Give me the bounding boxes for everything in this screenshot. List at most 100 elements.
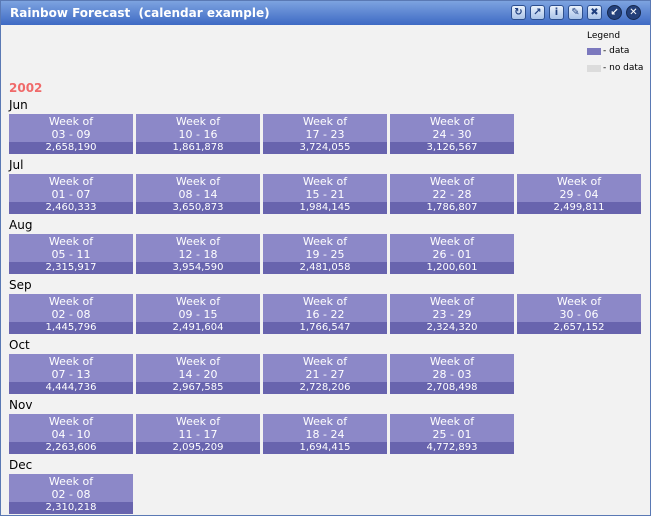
week-label: Week of [429, 355, 475, 368]
week-label: Week of [175, 295, 221, 308]
week-value: 1,766,547 [263, 322, 387, 334]
week-cell[interactable]: Week of 19 - 25 2,481,058 [263, 234, 387, 274]
week-cell[interactable]: Week of 17 - 23 3,724,055 [263, 114, 387, 154]
week-label: Week of [175, 355, 221, 368]
forecast-window: Rainbow Forecast (calendar example) ↻ ↗ … [0, 0, 651, 516]
week-cell[interactable]: Week of 09 - 15 2,491,604 [136, 294, 260, 334]
refresh-icon[interactable]: ↻ [511, 5, 526, 20]
week-range: 23 - 29 [432, 308, 472, 321]
week-value: 3,724,055 [263, 142, 387, 154]
edit-icon[interactable]: ✎ [568, 5, 583, 20]
week-range: 22 - 28 [432, 188, 472, 201]
week-label: Week of [429, 235, 475, 248]
week-range: 08 - 14 [178, 188, 218, 201]
window-title: Rainbow Forecast (calendar example) [10, 6, 270, 20]
legend-label-no-data: - no data [603, 63, 644, 73]
legend-label-data: - data [603, 46, 630, 56]
week-cell[interactable]: Week of 01 - 07 2,460,333 [9, 174, 133, 214]
title-bar: Rainbow Forecast (calendar example) ↻ ↗ … [1, 1, 650, 25]
week-range: 14 - 20 [178, 368, 218, 381]
week-label: Week of [302, 235, 348, 248]
week-range: 01 - 07 [51, 188, 91, 201]
week-range: 10 - 16 [178, 128, 218, 141]
week-cell[interactable]: Week of 22 - 28 1,786,807 [390, 174, 514, 214]
week-value: 2,095,209 [136, 442, 260, 454]
week-cell[interactable]: Week of 26 - 01 1,200,601 [390, 234, 514, 274]
export-icon[interactable]: ↗ [530, 5, 545, 20]
info-icon[interactable]: i [549, 5, 564, 20]
week-cell[interactable]: Week of 12 - 18 3,954,590 [136, 234, 260, 274]
week-cell[interactable]: Week of 03 - 09 2,658,190 [9, 114, 133, 154]
week-label: Week of [175, 115, 221, 128]
week-cell[interactable]: Week of 08 - 14 3,650,873 [136, 174, 260, 214]
week-label: Week of [302, 415, 348, 428]
week-range: 29 - 04 [559, 188, 599, 201]
week-range: 28 - 03 [432, 368, 472, 381]
month-label: Sep [9, 278, 32, 292]
week-label: Week of [48, 175, 94, 188]
week-cell[interactable]: Week of 15 - 21 1,984,145 [263, 174, 387, 214]
month-label: Dec [9, 458, 33, 472]
week-range: 24 - 30 [432, 128, 472, 141]
week-cell[interactable]: Week of 16 - 22 1,766,547 [263, 294, 387, 334]
week-cell[interactable]: Week of 29 - 04 2,499,811 [517, 174, 641, 214]
week-label: Week of [429, 175, 475, 188]
week-value: 1,786,807 [390, 202, 514, 214]
remove-icon[interactable]: ✖ [587, 5, 602, 20]
week-value: 1,694,415 [263, 442, 387, 454]
week-value: 3,954,590 [136, 262, 260, 274]
week-label: Week of [556, 175, 602, 188]
week-value: 2,315,917 [9, 262, 133, 274]
week-value: 2,728,206 [263, 382, 387, 394]
week-value: 2,491,604 [136, 322, 260, 334]
week-cell[interactable]: Week of 28 - 03 2,708,498 [390, 354, 514, 394]
week-range: 17 - 23 [305, 128, 345, 141]
week-label: Week of [48, 415, 94, 428]
week-range: 30 - 06 [559, 308, 599, 321]
week-value: 2,658,190 [9, 142, 133, 154]
week-cell[interactable]: Week of 24 - 30 3,126,567 [390, 114, 514, 154]
week-value: 1,445,796 [9, 322, 133, 334]
week-label: Week of [429, 415, 475, 428]
week-range: 09 - 15 [178, 308, 218, 321]
week-cell[interactable]: Week of 02 - 08 2,310,218 [9, 474, 133, 514]
week-cell[interactable]: Week of 21 - 27 2,728,206 [263, 354, 387, 394]
week-cell[interactable]: Week of 05 - 11 2,315,917 [9, 234, 133, 274]
week-cell[interactable]: Week of 30 - 06 2,657,152 [517, 294, 641, 334]
week-label: Week of [48, 235, 94, 248]
week-range: 21 - 27 [305, 368, 345, 381]
week-cell[interactable]: Week of 02 - 08 1,445,796 [9, 294, 133, 334]
week-range: 11 - 17 [178, 428, 218, 441]
week-range: 05 - 11 [51, 248, 91, 261]
week-range: 02 - 08 [51, 488, 91, 501]
week-label: Week of [302, 355, 348, 368]
week-range: 02 - 08 [51, 308, 91, 321]
week-label: Week of [48, 115, 94, 128]
week-range: 15 - 21 [305, 188, 345, 201]
minimize-icon[interactable]: ↙ [607, 5, 622, 20]
week-value: 2,657,152 [517, 322, 641, 334]
week-value: 2,310,218 [9, 502, 133, 514]
legend-swatch-data [587, 48, 601, 55]
month-label: Aug [9, 218, 33, 232]
month-label: Jun [9, 98, 28, 112]
week-value: 2,708,498 [390, 382, 514, 394]
week-cell[interactable]: Week of 23 - 29 2,324,320 [390, 294, 514, 334]
week-label: Week of [175, 235, 221, 248]
week-cell[interactable]: Week of 10 - 16 1,861,878 [136, 114, 260, 154]
week-cell[interactable]: Week of 25 - 01 4,772,893 [390, 414, 514, 454]
legend-swatch-no-data [587, 65, 601, 72]
week-value: 1,861,878 [136, 142, 260, 154]
week-value: 1,984,145 [263, 202, 387, 214]
week-cell[interactable]: Week of 14 - 20 2,967,585 [136, 354, 260, 394]
week-label: Week of [48, 355, 94, 368]
week-range: 26 - 01 [432, 248, 472, 261]
week-range: 18 - 24 [305, 428, 345, 441]
week-cell[interactable]: Week of 07 - 13 4,444,736 [9, 354, 133, 394]
week-value: 2,460,333 [9, 202, 133, 214]
week-range: 25 - 01 [432, 428, 472, 441]
week-cell[interactable]: Week of 18 - 24 1,694,415 [263, 414, 387, 454]
close-icon[interactable]: ✕ [626, 5, 641, 20]
week-cell[interactable]: Week of 04 - 10 2,263,606 [9, 414, 133, 454]
week-cell[interactable]: Week of 11 - 17 2,095,209 [136, 414, 260, 454]
